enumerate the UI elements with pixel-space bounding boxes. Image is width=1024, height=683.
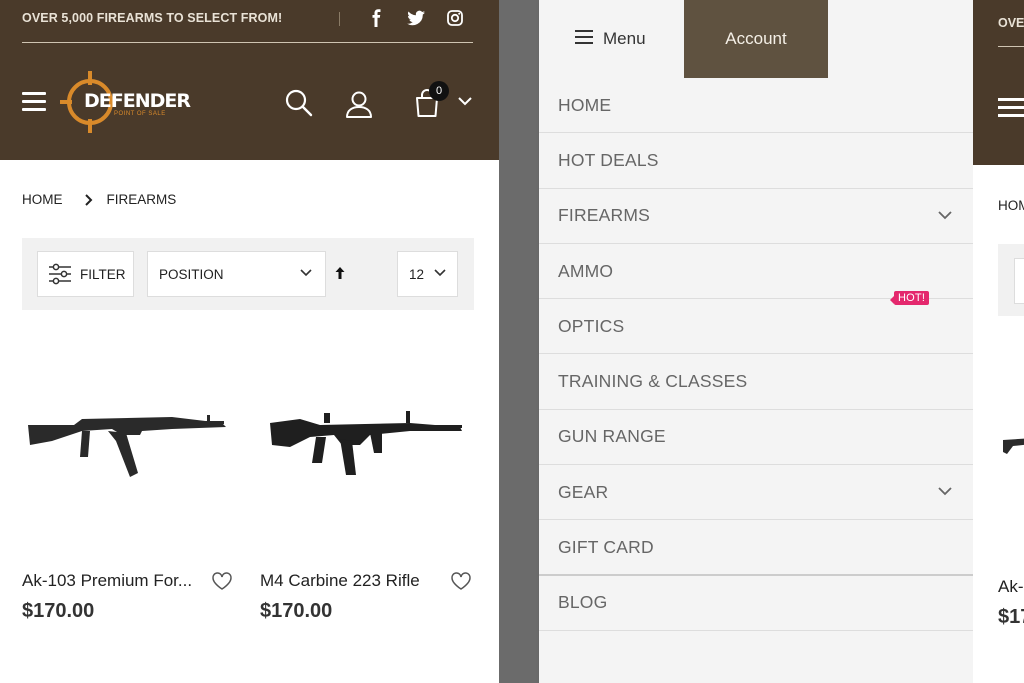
chevron-down-icon[interactable] [458, 96, 472, 106]
filter-button-partial[interactable] [1014, 258, 1024, 304]
sort-by-select[interactable]: POSITION [147, 251, 326, 297]
menu-item-label: HOME [558, 94, 612, 115]
product-toolbar-partial [998, 244, 1024, 316]
search-icon[interactable] [284, 88, 314, 118]
instagram-icon[interactable] [445, 8, 465, 28]
screenshot-stage: OVER 5,000 FIREARMS TO SELECT FROM! DEFE… [0, 0, 1024, 683]
store-page-left: OVER 5,000 FIREARMS TO SELECT FROM! DEFE… [0, 0, 499, 683]
promo-text: OVER 5,000 FIREARMS TO SELECT FROM! [22, 11, 283, 25]
limiter-value: 12 [409, 266, 425, 282]
product-name[interactable]: Ak-103 Premium For... [22, 571, 192, 591]
product-name-partial[interactable]: Ak- [998, 577, 1024, 597]
drawer-tabs: Menu Account [539, 0, 973, 78]
filter-label: FILTER [80, 266, 126, 282]
chevron-down-icon [434, 269, 446, 277]
breadcrumb: HOME FIREARMS [22, 192, 176, 207]
logo-wordmark: DEFENDER [84, 90, 191, 112]
overlay-gutter [499, 0, 539, 683]
menu-item-training-classes[interactable]: TRAINING & CLASSES [539, 354, 973, 410]
promo-text-partial: OVE [998, 16, 1024, 30]
menu-item-label: GEAR [558, 481, 609, 502]
site-header: OVER 5,000 FIREARMS TO SELECT FROM! DEFE… [0, 0, 499, 160]
menu-item-label: TRAINING & CLASSES [558, 371, 748, 392]
menu-item-gear[interactable]: GEAR [539, 465, 973, 521]
product-name[interactable]: M4 Carbine 223 Rifle [260, 571, 420, 591]
menu-item-home[interactable]: HOME [539, 78, 973, 134]
product-price: $170.00 [260, 600, 333, 622]
menu-item-blog[interactable]: BLOG [539, 576, 973, 631]
chevron-right-icon [84, 193, 92, 206]
product-toolbar: FILTER POSITION 12 [22, 238, 474, 310]
product-image[interactable] [260, 345, 475, 520]
hamburger-menu-icon[interactable] [22, 92, 46, 112]
menu-item-label: AMMO [558, 260, 614, 281]
chevron-down-icon [300, 269, 312, 277]
tab-account[interactable]: Account [684, 0, 828, 78]
nav-menu-list: HOME HOT DEALS FIREARMS AMMO OPTICS HOT!… [539, 78, 973, 631]
breadcrumb-home[interactable]: HOME [22, 192, 63, 207]
tab-account-label: Account [725, 29, 787, 48]
heart-wishlist-icon[interactable] [211, 571, 233, 591]
product-price-partial: $17 [998, 606, 1024, 628]
menu-item-label: HOT DEALS [558, 149, 659, 170]
menu-item-firearms[interactable]: FIREARMS [539, 189, 973, 244]
twitter-icon[interactable] [406, 8, 426, 28]
menu-item-label: BLOG [558, 592, 608, 613]
hot-badge: HOT! [889, 291, 930, 306]
menu-item-label: FIREARMS [558, 205, 651, 226]
product-image[interactable] [22, 345, 237, 520]
hamburger-menu-icon[interactable] [998, 98, 1024, 122]
sort-direction-arrow-icon[interactable] [334, 266, 346, 280]
heart-wishlist-icon[interactable] [450, 571, 472, 591]
menu-item-gift-card[interactable]: GIFT CARD [539, 520, 973, 576]
mobile-menu-drawer: Menu Account HOME HOT DEALS FIREARMS AMM… [539, 0, 973, 683]
breadcrumb-current: FIREARMS [106, 192, 177, 207]
filter-button[interactable]: FILTER [37, 251, 134, 297]
tab-menu-label: Menu [603, 29, 646, 48]
menu-item-optics[interactable]: OPTICS HOT! [539, 291, 973, 355]
hamburger-icon [575, 30, 593, 48]
menu-item-label: GIFT CARD [558, 536, 654, 557]
product-image-partial[interactable] [1003, 432, 1024, 454]
chevron-down-icon[interactable] [937, 485, 953, 497]
tab-menu[interactable]: Menu [539, 0, 684, 78]
menu-item-label: OPTICS [558, 315, 625, 336]
store-page-right-partial: OVE HOM Ak- $17 [973, 0, 1024, 683]
cart-count-badge: 0 [429, 81, 449, 101]
header-divider [22, 42, 473, 43]
filter-sliders-icon [49, 263, 71, 285]
limiter-select[interactable]: 12 [397, 251, 458, 297]
logo-tagline: POINT OF SALE [114, 111, 166, 117]
breadcrumb-partial[interactable]: HOM [998, 198, 1024, 213]
defender-logo[interactable]: DEFENDER POINT OF SALE [60, 71, 191, 133]
menu-item-gun-range[interactable]: GUN RANGE [539, 410, 973, 466]
header-divider [998, 46, 1024, 47]
user-account-icon[interactable] [344, 89, 374, 119]
menu-item-label: GUN RANGE [558, 426, 666, 447]
chevron-down-icon[interactable] [937, 209, 953, 221]
product-price: $170.00 [22, 600, 95, 622]
sort-by-value: POSITION [159, 266, 224, 282]
facebook-icon[interactable] [367, 8, 387, 28]
promo-divider [339, 12, 340, 26]
site-header-partial: OVE [973, 0, 1024, 165]
menu-item-hot-deals[interactable]: HOT DEALS [539, 133, 973, 189]
